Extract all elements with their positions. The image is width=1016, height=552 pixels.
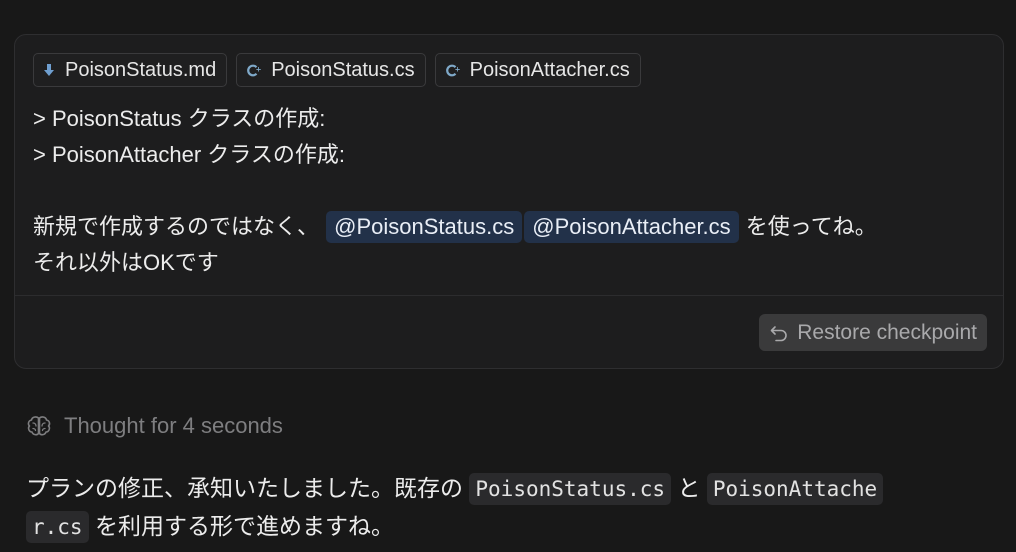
user-message-card: PoisonStatus.md + PoisonStatus.cs + Pois…: [14, 34, 1004, 369]
inline-code-poisonattacher: PoisonAttache: [706, 473, 884, 505]
instruction-line: それ以外はOKです: [33, 250, 219, 275]
csharp-icon: +: [247, 64, 261, 76]
undo-icon: [770, 325, 787, 341]
assistant-reply: プランの修正、承知いたしました。既存の PoisonStatus.cs と Po…: [26, 469, 996, 545]
file-mention-poisonattacher[interactable]: @PoisonAttacher.cs: [524, 211, 739, 243]
instruction-text: を使ってね。: [745, 214, 877, 239]
quote-line: > PoisonAttacher クラスの作成:: [33, 142, 345, 167]
divider: [15, 295, 1003, 296]
quote-line: > PoisonStatus クラスの作成:: [33, 106, 326, 131]
reply-line: プランの修正、承知いたしました。既存の PoisonStatus.cs と Po…: [26, 469, 996, 507]
inline-code-poisonattacher-cont: r.cs: [26, 511, 89, 543]
attachment-chip-label: PoisonStatus.cs: [271, 58, 415, 81]
svg-text:+: +: [454, 65, 459, 73]
inline-code-poisonstatus: PoisonStatus.cs: [469, 473, 672, 505]
attachment-chip-poisonstatus-cs[interactable]: + PoisonStatus.cs: [236, 53, 426, 87]
reply-text: を利用する形で進めますね。: [94, 513, 394, 539]
restore-checkpoint-button[interactable]: Restore checkpoint: [759, 314, 987, 351]
file-mention-poisonstatus[interactable]: @PoisonStatus.cs: [326, 211, 523, 243]
brain-icon: [27, 416, 51, 436]
reply-text: と: [677, 475, 701, 501]
attachment-chip-label: PoisonStatus.md: [65, 58, 217, 81]
attachment-chip-label: PoisonAttacher.cs: [469, 58, 630, 81]
reply-line: r.cs を利用する形で進めますね。: [26, 507, 996, 545]
thought-toggle[interactable]: Thought for 4 seconds: [26, 408, 283, 444]
attachment-chips: PoisonStatus.md + PoisonStatus.cs + Pois…: [33, 53, 641, 87]
csharp-icon: +: [445, 64, 460, 76]
instruction-line: 新規で作成するのではなく、 @PoisonStatus.cs @PoisonAtt…: [33, 209, 877, 245]
markdown-icon: [44, 63, 54, 76]
attachment-chip-poisonattacher-cs[interactable]: + PoisonAttacher.cs: [434, 53, 641, 87]
attachment-chip-poisonstatus-md[interactable]: PoisonStatus.md: [33, 53, 228, 87]
user-message-text: > PoisonStatus クラスの作成: > PoisonAttacher …: [33, 101, 877, 281]
reply-text: プランの修正、承知いたしました。既存の: [26, 475, 463, 501]
svg-text:+: +: [256, 65, 261, 73]
instruction-text: 新規で作成するのではなく、: [33, 214, 320, 239]
restore-checkpoint-label: Restore checkpoint: [797, 320, 977, 344]
thought-label: Thought for 4 seconds: [64, 413, 283, 438]
